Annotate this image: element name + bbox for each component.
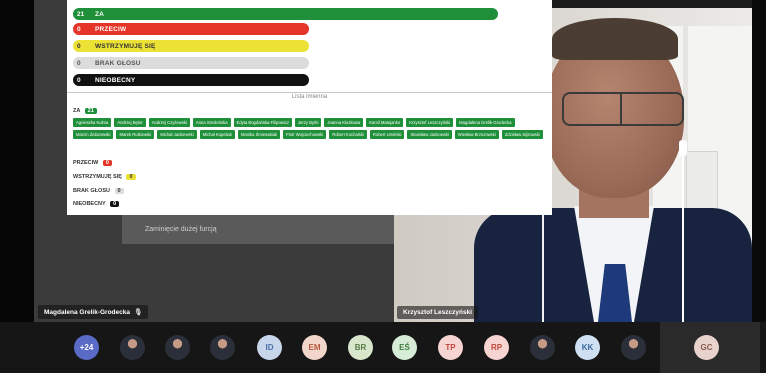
voter-name-chip: Michał Kopeliak [199, 130, 235, 139]
voter-name-chip: Magdalena Grelik-Grodecka [456, 118, 515, 127]
section-wstrzymuje: WSTRZYMUJĘ SIĘ 0 [73, 174, 136, 180]
earbud-right [679, 140, 687, 156]
name-list-title: Lista imienna [291, 94, 328, 100]
voter-name-chip: Stanisław Jankowski [407, 130, 452, 139]
voter-name-chip: Agnieszka Kulma [73, 118, 112, 127]
speaker-glasses [562, 92, 684, 126]
voter-name-chip: Anna Smoleńska [192, 118, 231, 127]
vote-bar-za: 21 ZA [73, 8, 498, 20]
name-tag-left: Magdalena Grelik-Grodecka 🎙 [38, 305, 149, 319]
section-przeciw-label: PRZECIW [73, 160, 99, 166]
vote-label-za: ZA [95, 10, 105, 18]
name-tag-left-text: Magdalena Grelik-Grodecka [44, 309, 130, 316]
participant-avatar-es[interactable]: EŚ [392, 335, 417, 360]
section-wstrzymuje-count: 0 [126, 174, 136, 180]
voter-name-chip: Kamil Matejanko [366, 118, 404, 127]
participant-avatar[interactable] [120, 335, 145, 360]
vote-count-za: 21 [77, 10, 85, 18]
participant-avatar-br[interactable]: BR [348, 335, 373, 360]
voting-results-panel: 21 ZA 0 PRZECIW 0 WSTRZYMUJĘ SIĘ 0 BRAK … [67, 0, 552, 215]
vote-bar-nieobecny: 0 NIEOBECNY [73, 74, 309, 86]
voter-name-chip: Marek Rutkowski [116, 130, 155, 139]
vote-count-nieobecny: 0 [77, 76, 81, 84]
voter-name-chip: Robert Kochalski [329, 130, 367, 139]
participant-avatar-em[interactable]: EM [302, 335, 327, 360]
voter-name-chip: Marcin Żelazowski [73, 130, 114, 139]
section-przeciw: PRZECIW 0 [73, 160, 112, 166]
left-black-bar [0, 0, 34, 373]
more-participants-button[interactable]: +24 [74, 335, 99, 360]
vote-count-przeciw: 0 [77, 25, 81, 33]
voter-name-chip: Jerzy Byrki [294, 118, 322, 127]
name-tag-right-text: Krzysztof Leszczyński [403, 309, 472, 316]
right-edge-bar [752, 0, 766, 373]
section-nieobecny: NIEOBECNY 0 [73, 201, 120, 207]
earbud-cable-right [682, 156, 684, 322]
za-names-list: Agnieszka Kulma Andrzej Bętor Andrzej Czyż… [73, 118, 545, 139]
section-brak-count: 0 [114, 188, 124, 194]
voter-name-chip: Robert Umiński [369, 130, 405, 139]
divider [67, 92, 552, 93]
voter-name-chip: Monika Śmiesakiak [237, 130, 281, 139]
voter-name-chip: Andrzej Bętor [114, 118, 146, 127]
voter-name-chip: Michał Jackiewski [157, 130, 197, 139]
section-brak: BRAK GŁOSU 0 [73, 188, 124, 194]
section-za-count: 21 [84, 108, 97, 114]
voter-name-chip: Andrzej Czyżewski [148, 118, 190, 127]
section-przeciw-count: 0 [102, 160, 112, 166]
voter-name-chip: Edyta Bogdańska-Filipowicz [233, 118, 292, 127]
participant-avatar[interactable] [165, 335, 190, 360]
participant-avatar-id[interactable]: ID [257, 335, 282, 360]
participant-avatar[interactable] [530, 335, 555, 360]
section-za-label: ZA [73, 108, 81, 114]
vote-bar-przeciw: 0 PRZECIW [73, 23, 309, 35]
mic-icon: 🎙 [133, 309, 143, 316]
vote-label-przeciw: PRZECIW [95, 25, 127, 33]
name-tag-right: Krzysztof Leszczyński [397, 306, 478, 319]
participant-avatar-tp[interactable]: TP [438, 335, 463, 360]
voter-name-chip: Krzysztof Leszczyński [406, 118, 454, 127]
section-nieobecny-count: 0 [110, 201, 120, 207]
participant-avatar[interactable] [621, 335, 646, 360]
vote-count-wstrzymuje: 0 [77, 42, 81, 50]
vote-label-brak: BRAK GŁOSU [95, 59, 141, 67]
participants-strip [0, 322, 766, 373]
section-wstrzymuje-label: WSTRZYMUJĘ SIĘ [73, 174, 122, 180]
participant-avatar-kk[interactable]: KK [575, 335, 600, 360]
section-nieobecny-label: NIEOBECNY [73, 201, 106, 207]
vote-label-nieobecny: NIEOBECNY [95, 76, 136, 84]
voter-name-chip: Piotr Wojciechowski [283, 130, 327, 139]
vote-bar-brak: 0 BRAK GŁOSU [73, 57, 309, 69]
section-brak-label: BRAK GŁOSU [73, 188, 110, 194]
voter-name-chip: Wiesław Brzozowski [454, 130, 499, 139]
section-za: ZA 21 [73, 108, 97, 114]
participant-avatar[interactable] [210, 335, 235, 360]
vote-bar-wstrzymuje: 0 WSTRZYMUJĘ SIĘ [73, 40, 309, 52]
participant-avatar-rp[interactable]: RP [484, 335, 509, 360]
voter-name-chip: Zdzisław Sijirowski [501, 130, 543, 139]
vote-label-wstrzymuje: WSTRZYMUJĘ SIĘ [95, 42, 156, 50]
voter-name-chip: Joanna Kluzkowa [324, 118, 364, 127]
vote-count-brak: 0 [77, 59, 81, 67]
dimmed-panel-text: Zaminięcie dużej furcją [145, 226, 217, 233]
speaker-hair [552, 18, 678, 60]
participant-avatar-gc[interactable]: GC [694, 335, 719, 360]
